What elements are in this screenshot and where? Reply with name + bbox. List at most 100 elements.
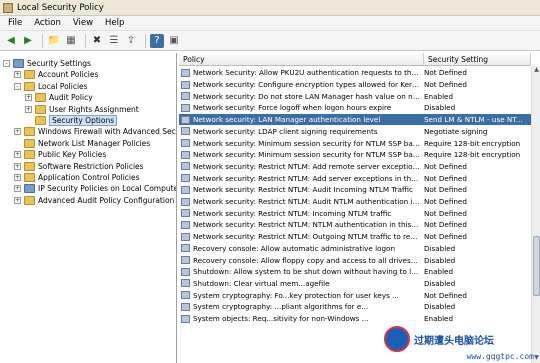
policy-cell: Network security: Minimum session securi…: [179, 139, 420, 148]
tree-item[interactable]: + Audit Policy: [25, 92, 93, 103]
help-icon[interactable]: ?: [150, 33, 164, 48]
table-row[interactable]: Network security: Restrict NTLM: Audit I…: [179, 184, 531, 196]
watermark-url: www.gqgtpc.com: [466, 352, 534, 361]
expand-icon[interactable]: +: [25, 105, 32, 113]
table-row[interactable]: Recovery console: Allow automatic admini…: [179, 243, 531, 255]
folder-icon: [24, 195, 35, 205]
policy-name: Network security: Restrict NTLM: NTLM au…: [193, 220, 420, 230]
tree-item-label: User Rights Assignment: [49, 104, 139, 114]
policy-cell: Network security: Restrict NTLM: Incomin…: [179, 209, 420, 218]
table-row[interactable]: Network security: Restrict NTLM: NTLM au…: [179, 219, 531, 231]
table-row[interactable]: Network security: LAN Manager authentica…: [179, 113, 531, 126]
scroll-up-icon[interactable]: ▲: [532, 66, 540, 75]
table-row[interactable]: Network security: Do not store LAN Manag…: [179, 90, 531, 102]
menu-action[interactable]: Action: [34, 18, 61, 28]
tree-item[interactable]: Network List Manager Policies: [14, 138, 150, 149]
expand-icon[interactable]: +: [14, 196, 21, 204]
table-row[interactable]: Network security: LDAP client signing re…: [179, 126, 531, 138]
tree-item-label: Local Policies: [38, 81, 88, 91]
show-tree-icon[interactable]: ▦: [64, 34, 78, 48]
expand-icon[interactable]: +: [14, 71, 21, 79]
expand-icon[interactable]: +: [14, 128, 21, 136]
forward-icon[interactable]: ▶: [21, 34, 35, 48]
scroll-thumb[interactable]: [533, 236, 540, 296]
table-row[interactable]: Network security: Force logoff when logo…: [179, 102, 531, 114]
tree-item[interactable]: - Security Settings: [3, 58, 91, 69]
column-header-setting[interactable]: Security Setting: [424, 53, 531, 66]
tree-item[interactable]: Security Options: [25, 115, 118, 126]
tree-item[interactable]: + Application Control Policies: [14, 172, 140, 183]
policy-name: System objects: Req...sitivity for non-W…: [193, 314, 369, 324]
menu-view[interactable]: View: [73, 18, 93, 28]
security-setting-cell: Disabled: [424, 278, 456, 288]
table-row[interactable]: Network security: Restrict NTLM: Add rem…: [179, 161, 531, 173]
table-row[interactable]: Shutdown: Clear virtual mem...agefile Dis…: [179, 278, 531, 290]
table-row[interactable]: Network security: Restrict NTLM: Incomin…: [179, 207, 531, 219]
delete-icon[interactable]: ✖: [90, 34, 104, 48]
back-icon[interactable]: ◀: [4, 34, 18, 48]
tree-item-label: Windows Firewall with Advanced Security: [38, 127, 176, 137]
toolbar-separator: [145, 33, 146, 48]
table-row[interactable]: System cryptography: ...pliant algorithm…: [179, 301, 531, 313]
table-row[interactable]: System cryptography: Fo...key protection…: [179, 289, 531, 301]
tree-item[interactable]: + Advanced Audit Policy Configuration: [14, 195, 174, 206]
policy-icon: [181, 127, 190, 136]
expand-icon[interactable]: +: [14, 185, 21, 193]
policy-icon: [181, 103, 190, 112]
folder-icon: [35, 93, 46, 103]
menu-file[interactable]: File: [8, 18, 22, 28]
tree-item[interactable]: + Software Restriction Policies: [14, 161, 144, 172]
shield-icon: [13, 59, 24, 68]
policy-cell: Network security: Configure encryption t…: [179, 80, 420, 89]
column-header-policy[interactable]: Policy: [179, 53, 424, 66]
expand-icon[interactable]: +: [25, 94, 32, 102]
policy-name: Network security: Restrict NTLM: Audit N…: [193, 197, 420, 207]
properties-icon[interactable]: ☰: [107, 34, 121, 48]
tree-item[interactable]: - Local Policies: [14, 81, 88, 92]
tree-item[interactable]: + IP Security Policies on Local Computer: [14, 183, 176, 194]
security-setting-cell: Require 128-bit encryption: [424, 138, 521, 148]
table-row[interactable]: Network security: Minimum session securi…: [179, 137, 531, 149]
security-setting-cell: Not Defined: [424, 173, 467, 183]
tree-item[interactable]: + Windows Firewall with Advanced Security: [14, 126, 176, 137]
policy-icon: [181, 220, 190, 229]
table-row[interactable]: Network security: Restrict NTLM: Audit N…: [179, 196, 531, 208]
tree-item[interactable]: + Account Policies: [14, 69, 98, 80]
expand-icon[interactable]: +: [14, 151, 21, 159]
policy-cell: Shutdown: Allow system to be shut down w…: [179, 267, 420, 276]
table-row[interactable]: Recovery console: Allow floppy copy and …: [179, 254, 531, 266]
collapse-icon[interactable]: -: [3, 60, 10, 67]
tree-item-label: Security Settings: [27, 59, 91, 68]
menu-help[interactable]: Help: [105, 18, 124, 28]
policy-name: Network security: LDAP client signing re…: [193, 126, 378, 136]
table-row[interactable]: Network security: Restrict NTLM: Outgoin…: [179, 231, 531, 243]
policy-cell: Network security: Minimum session securi…: [179, 150, 420, 159]
table-row[interactable]: Network security: Configure encryption t…: [179, 79, 531, 91]
security-setting-cell: Disabled: [424, 243, 456, 253]
security-setting-cell: Not Defined: [424, 197, 467, 207]
table-row[interactable]: Network security: Restrict NTLM: Add ser…: [179, 172, 531, 184]
table-row[interactable]: Network Security: Allow PKU2U authentica…: [179, 67, 531, 79]
policy-name: Network security: Restrict NTLM: Add ser…: [193, 173, 420, 183]
policy-cell: System cryptography: Fo...key protection…: [179, 291, 420, 300]
expand-icon[interactable]: +: [14, 162, 21, 170]
policy-cell: Network security: LAN Manager authentica…: [179, 115, 420, 124]
watermark-logo-icon: [384, 326, 410, 352]
expand-icon[interactable]: +: [14, 174, 21, 181]
policy-icon: [181, 150, 190, 159]
tree-item-label: Security Options: [49, 115, 118, 126]
table-row[interactable]: Network security: Minimum session securi…: [179, 149, 531, 161]
policy-cell: Shutdown: Clear virtual mem...agefile: [179, 279, 420, 288]
up-folder-icon[interactable]: 📁: [47, 34, 61, 48]
export-icon[interactable]: ⇪: [124, 34, 138, 48]
policy-icon: [181, 314, 190, 323]
table-row[interactable]: Shutdown: Allow system to be shut down w…: [179, 266, 531, 278]
tree-item[interactable]: + User Rights Assignment: [25, 104, 139, 115]
security-setting-cell: Not Defined: [424, 290, 467, 300]
policy-cell: Recovery console: Allow automatic admini…: [179, 244, 420, 253]
collapse-icon[interactable]: -: [14, 82, 21, 90]
tree-item[interactable]: + Public Key Policies: [14, 149, 106, 160]
policy-cell: Network security: Do not store LAN Manag…: [179, 92, 420, 101]
tree-item-label: Network List Manager Policies: [38, 138, 151, 148]
view-icon[interactable]: ▣: [167, 34, 181, 48]
